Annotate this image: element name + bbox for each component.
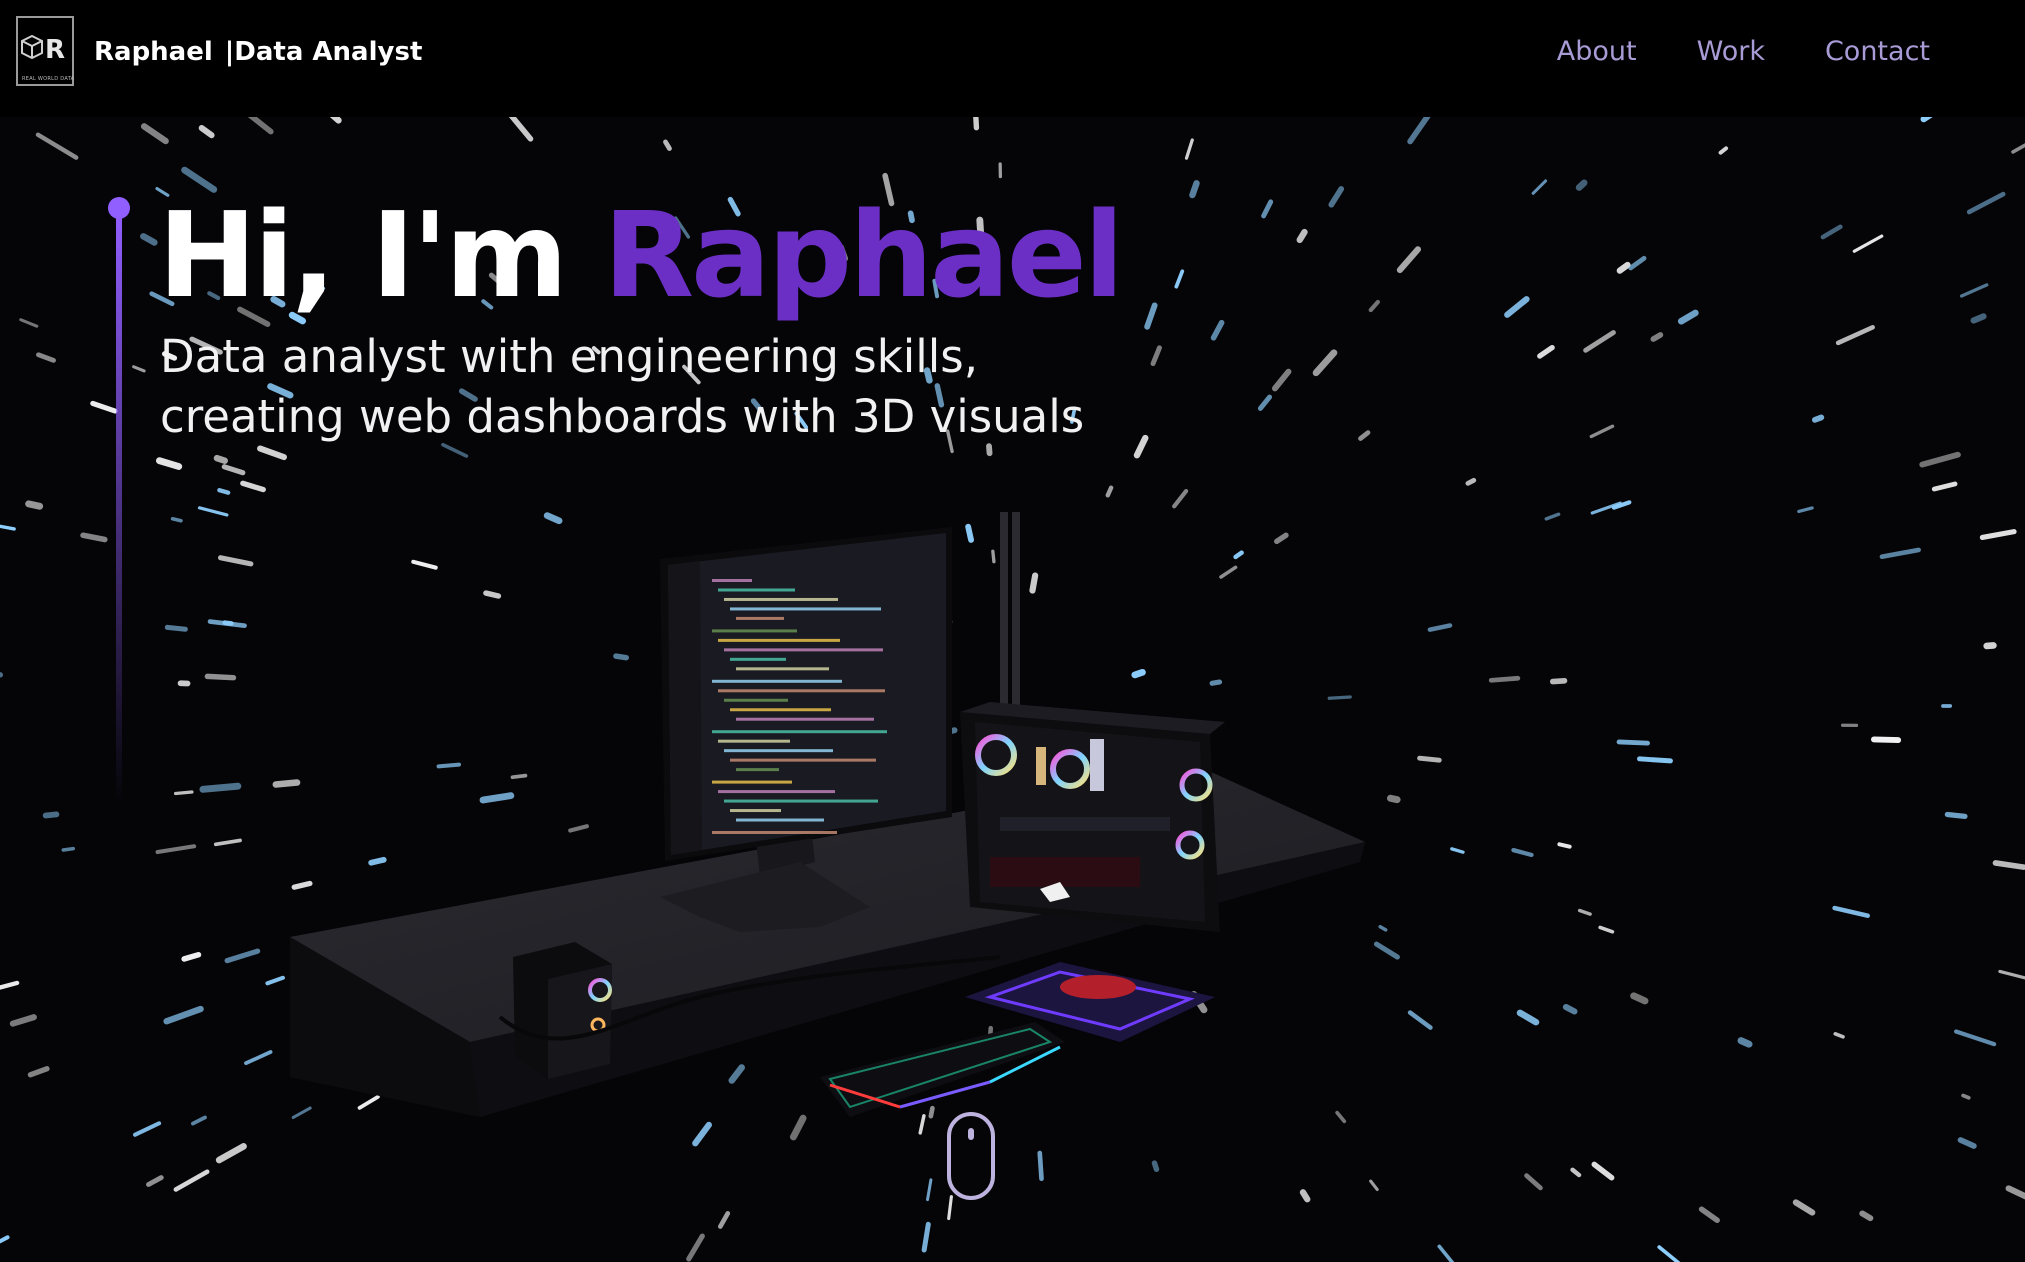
code-line	[730, 607, 881, 611]
code-line	[712, 780, 792, 784]
hero-greeting: Hi, I'm	[158, 186, 604, 324]
nav-link-work[interactable]: Work	[1697, 32, 1765, 72]
code-line	[736, 818, 824, 822]
navbar: R REAL WORLD DATA Raphael |Data Analyst A…	[0, 0, 2025, 117]
code-line	[724, 749, 833, 753]
mouse	[1060, 975, 1136, 999]
brand[interactable]: Raphael |Data Analyst	[94, 34, 422, 70]
code-editor-screen	[668, 533, 946, 855]
logo-tagline: REAL WORLD DATA	[22, 76, 75, 82]
keyboard	[820, 1022, 1065, 1117]
code-line	[736, 768, 779, 772]
code-line	[718, 790, 835, 794]
hero-subtitle: Data analyst with engineering skills, cr…	[160, 327, 1160, 447]
hero-name: Raphael	[603, 186, 1124, 324]
hero-headline: Hi, I'm Raphael	[158, 185, 1124, 325]
code-line	[712, 579, 752, 582]
nav-link-about[interactable]: About	[1557, 32, 1637, 72]
hero-section: Hi, I'm Raphael Data analyst with engine…	[0, 117, 2025, 1262]
code-line	[712, 629, 797, 633]
code-line	[724, 698, 788, 702]
scroll-indicator-dot	[968, 1128, 974, 1140]
code-line	[730, 657, 786, 661]
code-line	[718, 739, 790, 743]
code-line	[736, 667, 829, 671]
hero-subtitle-line2: creating web dashboards with 3D visuals	[160, 390, 1085, 443]
code-line	[718, 638, 840, 642]
code-line	[712, 831, 837, 834]
pc-tower	[960, 512, 1225, 932]
mousepad	[965, 962, 1215, 1042]
logo-letter: R	[45, 35, 65, 65]
code-line	[712, 679, 842, 683]
hero-subtitle-line1: Data analyst with engineering skills,	[160, 330, 979, 383]
code-line	[724, 799, 878, 803]
code-line	[736, 717, 874, 721]
mouse-scroll-icon[interactable]	[947, 1112, 995, 1200]
code-line	[712, 730, 887, 734]
code-line	[718, 689, 885, 693]
nav-links: About Work Contact	[1557, 32, 1930, 72]
speaker	[513, 942, 612, 1079]
timeline-line	[116, 213, 122, 803]
code-line	[724, 597, 838, 601]
code-line	[718, 588, 795, 592]
code-line	[736, 616, 784, 620]
code-line	[730, 809, 781, 813]
code-line	[730, 708, 831, 712]
brand-name: Raphael	[94, 37, 213, 67]
code-line	[724, 648, 883, 652]
nav-link-contact[interactable]: Contact	[1825, 32, 1930, 72]
brand-role: |Data Analyst	[224, 37, 423, 67]
code-line	[730, 758, 876, 762]
cube-logo-icon: R	[21, 34, 65, 65]
logo[interactable]: R REAL WORLD DATA	[16, 16, 74, 86]
